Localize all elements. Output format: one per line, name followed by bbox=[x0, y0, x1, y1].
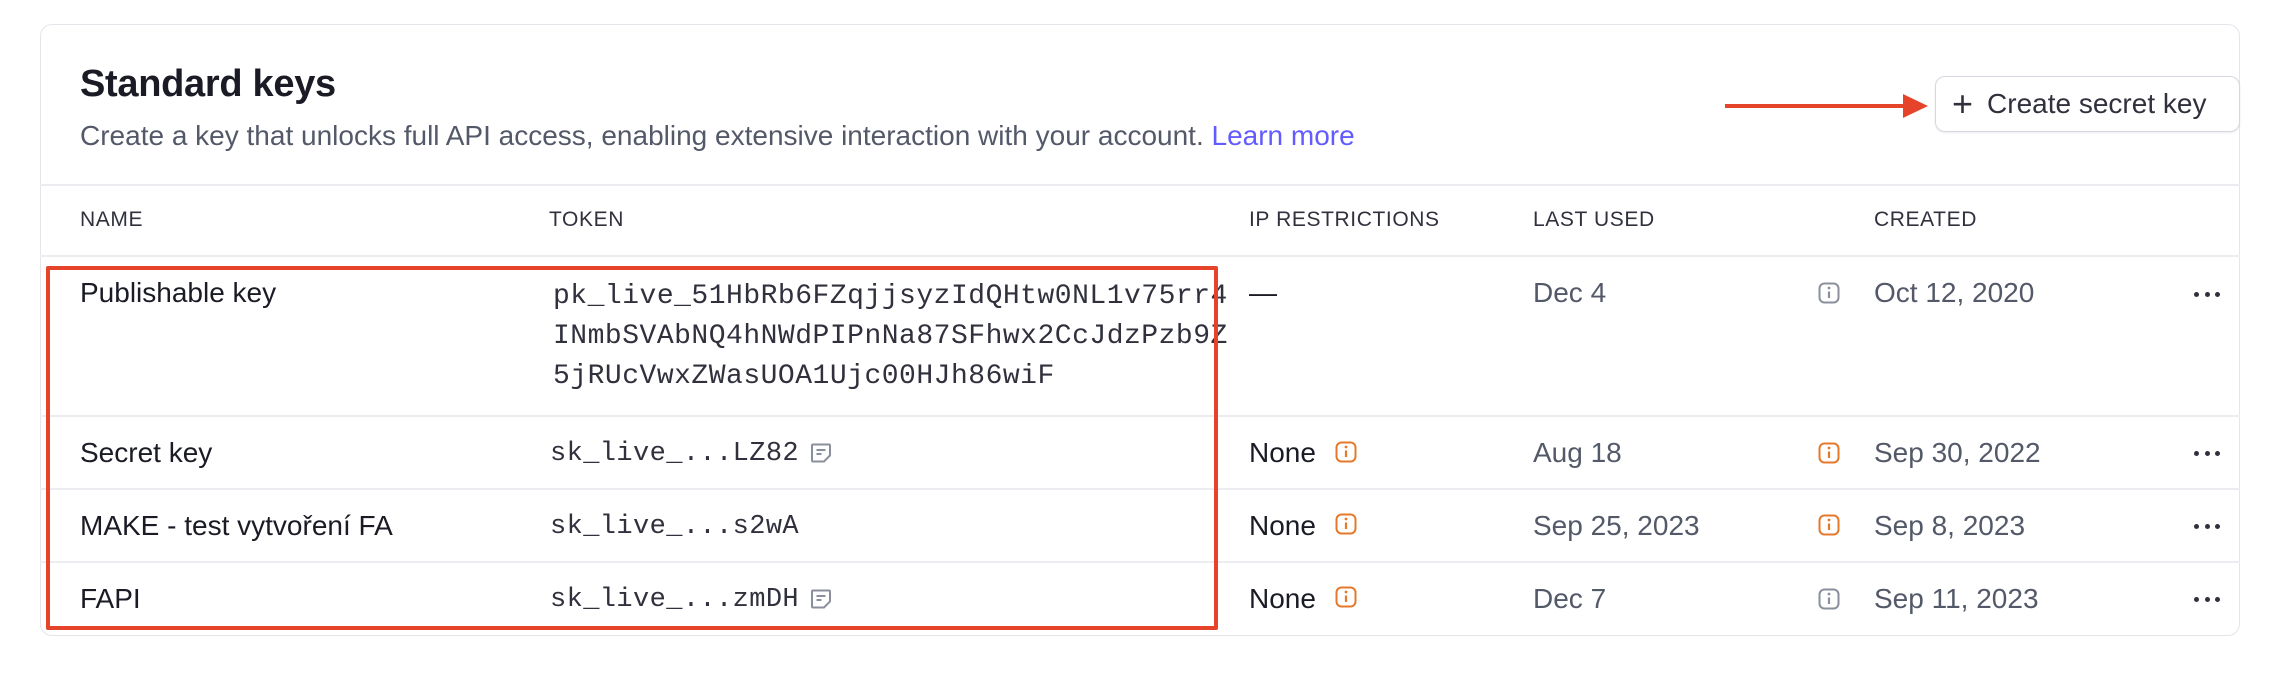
row-actions-more-icon[interactable] bbox=[2194, 290, 2220, 298]
last-used-value: Sep 25, 2023 bbox=[1533, 510, 1700, 541]
section-subtitle-text: Create a key that unlocks full API acces… bbox=[80, 120, 1204, 151]
section-description: Create a key that unlocks full API acces… bbox=[80, 118, 1355, 154]
column-header-divider bbox=[40, 255, 2240, 257]
warning-info-icon[interactable] bbox=[1818, 514, 1840, 536]
ip-restrictions-value: None bbox=[1249, 583, 1316, 614]
column-header-last-used: LAST USED bbox=[1533, 208, 1655, 231]
ip-restrictions-value: None bbox=[1249, 437, 1316, 468]
row-actions-more-icon[interactable] bbox=[2194, 595, 2220, 603]
last-used-value: Dec 7 bbox=[1533, 583, 1607, 614]
ip-restrictions-value: — bbox=[1249, 277, 1277, 308]
plus-icon: + bbox=[1952, 83, 1974, 124]
header-divider bbox=[40, 184, 2240, 186]
column-header-token: TOKEN bbox=[549, 208, 624, 231]
created-value: Sep 30, 2022 bbox=[1874, 437, 2041, 468]
warning-info-icon[interactable] bbox=[1818, 442, 1840, 464]
section-header: Standard keys Create a key that unlocks … bbox=[80, 60, 1355, 154]
column-header-name: NAME bbox=[80, 208, 144, 231]
last-used-value: Aug 18 bbox=[1533, 437, 1622, 468]
create-secret-key-label: Create secret key bbox=[1987, 88, 2207, 119]
info-icon[interactable] bbox=[1818, 588, 1840, 610]
last-used-value: Dec 4 bbox=[1533, 277, 1607, 308]
warning-info-icon[interactable] bbox=[1335, 441, 1357, 463]
learn-more-link[interactable]: Learn more bbox=[1212, 120, 1355, 151]
row-actions-more-icon[interactable] bbox=[2194, 522, 2220, 530]
row-actions-more-icon[interactable] bbox=[2194, 449, 2220, 457]
ip-restrictions-value: None bbox=[1249, 510, 1316, 541]
created-value: Sep 11, 2023 bbox=[1874, 583, 2039, 614]
column-header-ip-restrictions: IP RESTRICTIONS bbox=[1249, 208, 1440, 231]
warning-info-icon[interactable] bbox=[1335, 513, 1357, 535]
create-secret-key-button[interactable]: + Create secret key bbox=[1935, 76, 2240, 132]
warning-info-icon[interactable] bbox=[1335, 586, 1357, 608]
section-title: Standard keys bbox=[80, 63, 336, 105]
created-value: Oct 12, 2020 bbox=[1874, 277, 2035, 308]
created-value: Sep 8, 2023 bbox=[1874, 510, 2026, 541]
info-icon[interactable] bbox=[1818, 282, 1840, 304]
annotation-arrow-icon bbox=[1725, 94, 1928, 118]
annotation-highlight-box bbox=[46, 266, 1218, 630]
column-header-created: CREATED bbox=[1874, 208, 1977, 231]
